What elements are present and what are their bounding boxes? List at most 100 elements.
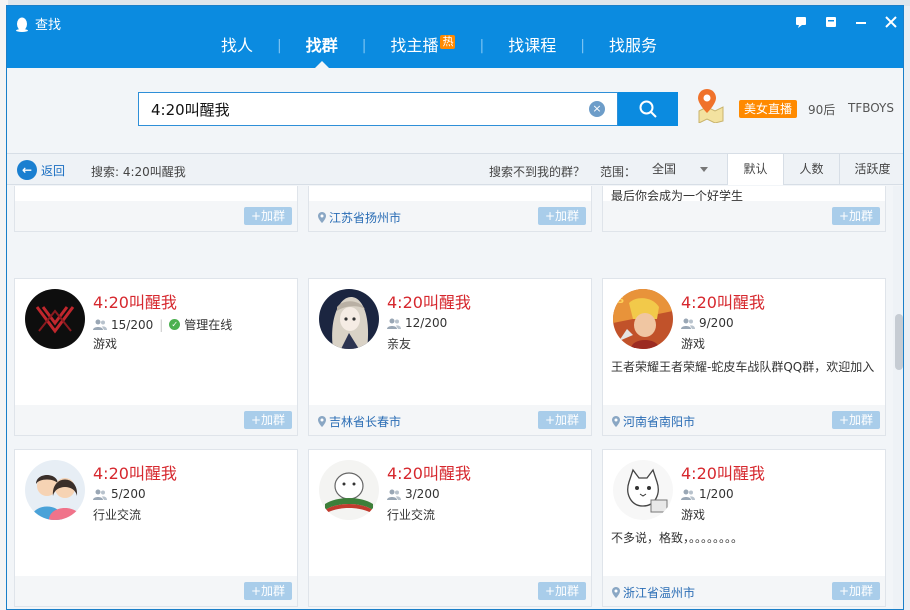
card-footer: +加群 (309, 576, 591, 606)
group-name[interactable]: 4:20叫醒我 (387, 460, 471, 484)
search-button[interactable] (618, 92, 678, 126)
location-pin-icon (318, 212, 326, 223)
card-footer: +加群 (15, 576, 297, 606)
group-meta: 15/200 | ✓ 管理在线 (93, 316, 232, 333)
meta-divider: | (159, 317, 164, 332)
group-category: 游戏 (681, 337, 706, 351)
skin-icon[interactable] (823, 14, 839, 30)
nav-separator: | (479, 38, 485, 54)
results-scrollbar[interactable] (893, 186, 903, 609)
group-name[interactable]: 4:20叫醒我 (93, 289, 177, 313)
group-card[interactable]: 江苏省扬州市 +加群 (308, 186, 592, 232)
admin-online: 管理在线 (184, 318, 233, 332)
group-meta: 9/200 (681, 316, 734, 330)
nav-separator: | (361, 38, 367, 54)
couple-icon (25, 460, 85, 520)
search-breadcrumb: 搜索: 4:20叫醒我 (91, 165, 186, 179)
hot-badge: 热 (440, 35, 456, 49)
tab-label: 找课程 (508, 36, 557, 55)
app-title: 查找 (15, 14, 61, 33)
scrollbar-thumb[interactable] (895, 314, 903, 370)
svg-text:S: S (617, 295, 624, 306)
group-name[interactable]: 4:20叫醒我 (93, 460, 177, 484)
nav-separator: | (277, 38, 282, 54)
join-group-button[interactable]: +加群 (538, 411, 586, 429)
join-group-button[interactable]: +加群 (832, 582, 880, 600)
join-group-button[interactable]: +加群 (244, 411, 292, 429)
tab-find-course[interactable]: 找课程 (494, 30, 570, 62)
tab-label: 找群 (305, 36, 338, 55)
clear-icon[interactable]: × (589, 101, 605, 117)
member-count: 12/200 (405, 316, 448, 330)
sort-default[interactable]: 默认 (727, 154, 783, 185)
group-meta: 3/200 (387, 487, 440, 501)
group-category: 行业交流 (387, 508, 436, 522)
anime-girl-icon (319, 289, 379, 349)
join-group-button[interactable]: +加群 (832, 207, 880, 225)
member-count: 5/200 (111, 487, 146, 501)
tab-find-streamer[interactable]: 找主播热 (376, 30, 469, 62)
location-text: 浙江省温州市 (623, 586, 696, 600)
tab-find-group[interactable]: 找群 (292, 30, 352, 68)
group-name[interactable]: 4:20叫醒我 (681, 460, 765, 484)
sort-activity[interactable]: 活跃度 (839, 154, 903, 185)
group-card[interactable]: 4:20叫醒我 1/200 游戏 不多说，格致，。。。。。。。。 浙江省温州市 … (602, 449, 886, 607)
tab-find-service[interactable]: 找服务 (595, 30, 671, 62)
group-card[interactable]: 4:20叫醒我 12/200 亲友 吉林省长春市 +加群 (308, 278, 592, 436)
group-meta: 12/200 (387, 316, 447, 330)
group-card[interactable]: 4:20叫醒我 3/200 行业交流 +加群 (308, 449, 592, 607)
join-group-button[interactable]: +加群 (244, 207, 292, 225)
cant-find-link[interactable]: 搜索不到我的群？ (489, 163, 585, 180)
back-arrow-icon: ← (17, 160, 37, 180)
window-controls (793, 14, 899, 30)
location-text: 河南省南阳市 (623, 415, 696, 429)
close-icon[interactable] (883, 14, 899, 30)
group-location: 浙江省温州市 (612, 584, 695, 601)
join-group-button[interactable]: +加群 (244, 582, 292, 600)
group-meta: 1/200 (681, 487, 734, 501)
member-count: 3/200 (405, 487, 440, 501)
group-card[interactable]: 4:20叫醒我 5/200 行业交流 +加群 (14, 449, 298, 607)
tab-find-people[interactable]: 找人 (207, 30, 267, 62)
tab-label: 找主播 (390, 36, 439, 55)
group-category: 行业交流 (93, 508, 142, 522)
tag-live[interactable]: 美女直播 (739, 100, 798, 118)
members-icon (93, 319, 107, 330)
back-label: 返回 (41, 163, 66, 178)
group-meta: 5/200 (93, 487, 146, 501)
range-value: 全国 (652, 162, 677, 176)
tab-label: 找人 (221, 36, 254, 55)
location-text: 吉林省长春市 (329, 415, 402, 429)
group-name[interactable]: 4:20叫醒我 (387, 289, 471, 313)
card-footer: 河南省南阳市 +加群 (603, 405, 885, 435)
search-icon (639, 100, 657, 118)
search-input[interactable] (139, 93, 584, 125)
tag-90s[interactable]: 90后 (808, 101, 835, 118)
nav-tabs: 找人 | 找群 | 找主播热 | 找课程 | 找服务 (207, 30, 671, 68)
group-name[interactable]: 4:20叫醒我 (681, 289, 765, 313)
range-select[interactable]: 全国 (642, 158, 714, 180)
card-footer: +加群 (15, 405, 297, 435)
minimize-icon[interactable] (853, 14, 869, 30)
group-category: 亲友 (387, 337, 412, 351)
join-group-button[interactable]: +加群 (538, 582, 586, 600)
results-grid: +加群 江苏省扬州市 +加群 最后你会成为一个好学生 +加群 4:20叫醒我 1… (7, 186, 893, 609)
group-location: 吉林省长春市 (318, 413, 401, 430)
member-count: 9/200 (699, 316, 734, 330)
group-card[interactable]: 4:20叫醒我 15/200 | ✓ 管理在线 游戏 +加群 (14, 278, 298, 436)
back-button[interactable]: ← 返回 (17, 160, 65, 180)
group-card[interactable]: +加群 (14, 186, 298, 232)
group-card[interactable]: 最后你会成为一个好学生 +加群 (602, 186, 886, 232)
tab-label: 找服务 (608, 36, 657, 55)
join-group-button[interactable]: +加群 (832, 411, 880, 429)
group-card[interactable]: S 4:20叫醒我 9/200 游戏 王者荣耀王者荣耀-蛇皮车战队群QQ群，欢迎… (602, 278, 886, 436)
join-group-button[interactable]: +加群 (538, 207, 586, 225)
card-footer: 浙江省温州市 +加群 (603, 576, 885, 606)
cartoon-bird-icon (319, 460, 379, 520)
qq-penguin-icon (16, 17, 28, 32)
feedback-icon[interactable] (793, 14, 809, 30)
sort-members[interactable]: 人数 (783, 154, 839, 185)
member-count: 15/200 (111, 317, 154, 332)
nearby-map-icon[interactable] (695, 87, 725, 123)
tag-tfboys[interactable]: TFBOYS (848, 101, 894, 115)
